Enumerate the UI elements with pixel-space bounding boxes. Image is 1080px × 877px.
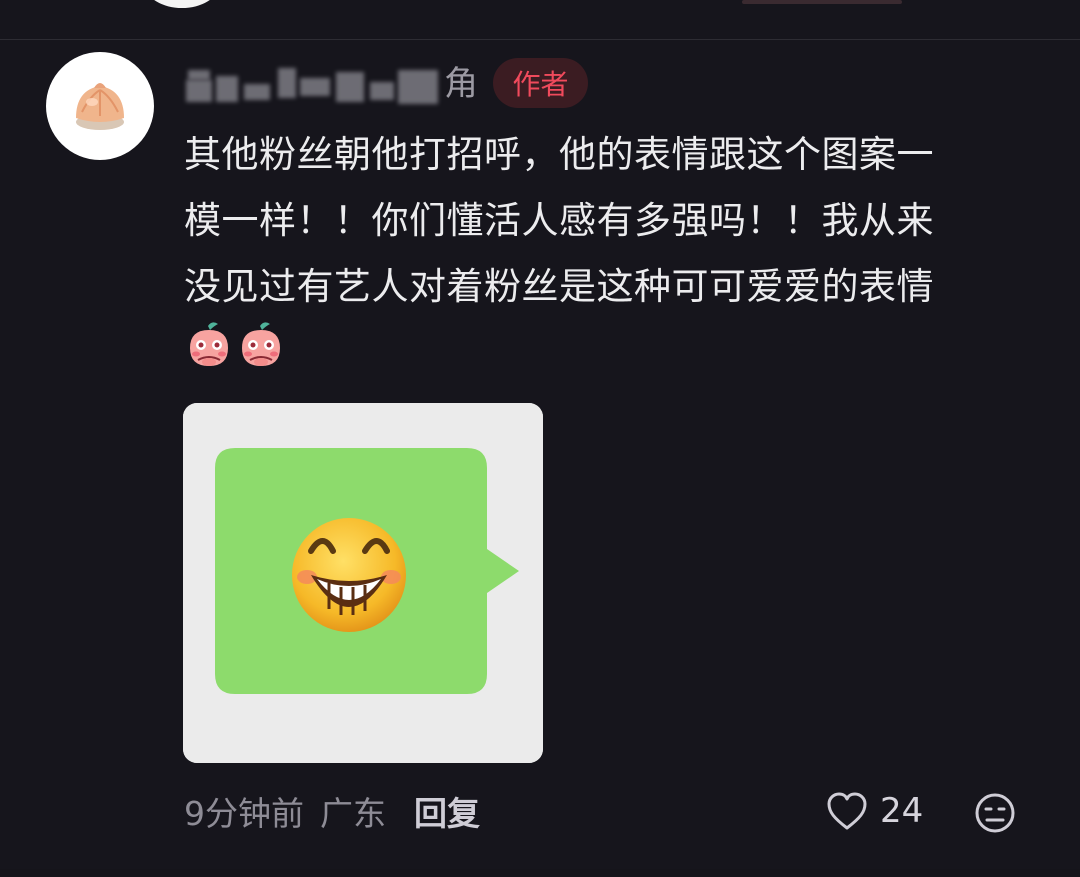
bun-avatar-icon bbox=[76, 83, 124, 130]
chat-bubble-image bbox=[183, 403, 543, 763]
heart-icon[interactable] bbox=[826, 792, 868, 832]
comment-text: 其他粉丝朝他打招呼，他的表情跟这个图案一 模一样！！你们懂活人感有多强吗！！我从… bbox=[184, 133, 934, 308]
comment-meta: 9分钟前 广东 回复 bbox=[184, 788, 480, 834]
username-redacted bbox=[186, 62, 440, 106]
divider bbox=[0, 39, 1080, 40]
like-count: 24 bbox=[880, 791, 924, 831]
bottom-edge bbox=[0, 869, 1080, 877]
peach-blush-sticker-icon bbox=[242, 322, 280, 366]
comment-time: 9分钟前 bbox=[184, 794, 304, 833]
dislike-face-icon[interactable] bbox=[974, 792, 1016, 834]
username-visible-part: 角 bbox=[444, 64, 478, 104]
username[interactable]: 角 bbox=[186, 60, 478, 108]
reply-button[interactable]: 回复 bbox=[414, 787, 480, 835]
previous-avatar[interactable] bbox=[146, 0, 218, 8]
peach-blush-sticker-icon bbox=[190, 322, 228, 366]
comment-attached-image[interactable] bbox=[183, 403, 543, 763]
grinning-face-emoji-icon bbox=[292, 518, 406, 632]
author-badge: 作者 bbox=[493, 58, 588, 108]
avatar[interactable] bbox=[46, 52, 154, 160]
previous-comment-strip bbox=[0, 0, 1080, 40]
sticker-row bbox=[186, 320, 284, 368]
previous-action-bar bbox=[742, 0, 902, 4]
comment-location: 广东 bbox=[320, 794, 386, 833]
